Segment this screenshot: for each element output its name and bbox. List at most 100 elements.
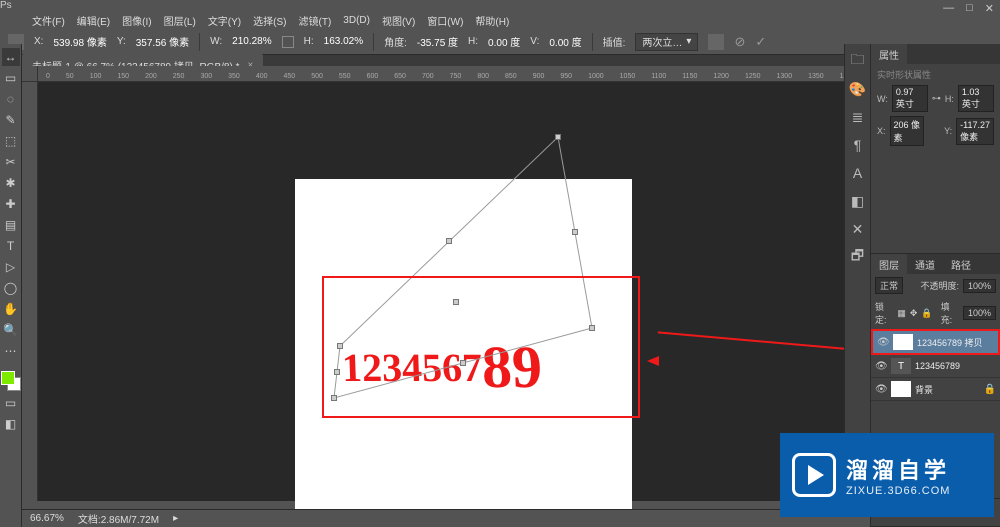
menu-3d[interactable]: 3D(D) (343, 15, 370, 26)
transform-handle[interactable] (589, 325, 595, 331)
transform-handle[interactable] (555, 134, 561, 140)
interp-select[interactable]: 两次立…▾ (635, 33, 698, 51)
w-label: W: (210, 36, 222, 47)
styles-icon[interactable]: ◧ (849, 192, 867, 210)
screenmode-tool[interactable]: ◧ (2, 415, 20, 433)
ruler-vertical[interactable] (22, 82, 38, 501)
actions-icon[interactable]: ✕ (849, 220, 867, 238)
transform-handle[interactable] (337, 343, 343, 349)
skew-v-value[interactable]: 0.00 度 (549, 34, 581, 49)
zoom-level[interactable]: 66.67% (30, 513, 64, 524)
character-icon[interactable]: A (849, 164, 867, 182)
props-w-value[interactable]: 0.97 英寸 (892, 85, 928, 112)
layer-thumbnail[interactable] (893, 334, 913, 350)
visibility-icon[interactable]: 👁 (875, 361, 887, 372)
marquee-tool[interactable]: ▭ (2, 69, 20, 87)
swatches-icon[interactable]: ≣ (849, 108, 867, 126)
menu-file[interactable]: 文件(F) (32, 13, 65, 28)
foreground-color[interactable] (1, 371, 15, 385)
channels-tab[interactable]: 通道 (907, 254, 943, 274)
brush-tool[interactable]: ✚ (2, 195, 20, 213)
fill-value[interactable]: 100% (963, 306, 996, 320)
visibility-icon[interactable]: 👁 (875, 384, 887, 395)
separator (199, 33, 200, 51)
layer-name[interactable]: 123456789 拷贝 (917, 336, 983, 349)
layer-row[interactable]: 👁 T 123456789 (871, 355, 1000, 378)
crop-tool[interactable]: ⬚ (2, 132, 20, 150)
status-arrow-icon[interactable]: ▸ (173, 513, 178, 524)
layer-thumbnail[interactable] (891, 381, 911, 397)
quickmask-tool[interactable]: ▭ (2, 394, 20, 412)
layer-row[interactable]: 👁 123456789 拷贝 (871, 329, 1000, 355)
layer-thumbnail[interactable]: T (891, 358, 911, 374)
libraries-icon[interactable]: 🗗 (849, 248, 867, 266)
link-icon[interactable]: ⊶ (932, 93, 941, 104)
ruler-origin[interactable] (22, 66, 38, 82)
transform-handle[interactable] (334, 369, 340, 375)
menu-select[interactable]: 选择(S) (253, 13, 286, 28)
history-icon[interactable]: 🗀 (849, 52, 867, 70)
ruler-horizontal[interactable]: 050100 150200250 300350400 450500550 600… (38, 66, 844, 82)
close-button[interactable]: ✕ (985, 2, 994, 15)
lock-all-icon[interactable]: 🔒 (921, 308, 932, 319)
skew-h-value[interactable]: 0.00 度 (488, 34, 520, 49)
color-swatch[interactable] (1, 371, 21, 391)
move-tool[interactable]: ↔ (2, 48, 20, 66)
layer-name[interactable]: 123456789 (915, 361, 960, 371)
layers-tab[interactable]: 图层 (871, 254, 907, 274)
link-icon[interactable] (282, 36, 294, 48)
eyedropper-tool[interactable]: ✂ (2, 153, 20, 171)
x-value[interactable]: 539.98 像素 (53, 34, 106, 49)
y-value[interactable]: 357.56 像素 (136, 34, 189, 49)
paragraph-icon[interactable]: ¶ (849, 136, 867, 154)
transform-handle[interactable] (331, 395, 337, 401)
doc-size[interactable]: 文档:2.86M/7.72M (78, 511, 159, 526)
cancel-transform-button[interactable]: ⊘ (734, 34, 745, 50)
properties-tab[interactable]: 属性 (871, 44, 907, 64)
maximize-button[interactable]: □ (966, 2, 973, 15)
menu-view[interactable]: 视图(V) (382, 13, 415, 28)
visibility-icon[interactable]: 👁 (877, 337, 889, 348)
color-icon[interactable]: 🎨 (849, 80, 867, 98)
path-tool[interactable]: ▷ (2, 258, 20, 276)
menu-type[interactable]: 文字(Y) (208, 13, 241, 28)
lock-position-icon[interactable]: ✥ (910, 308, 918, 319)
props-x-value[interactable]: 206 像素 (890, 116, 925, 146)
zoom-tool[interactable]: 🔍 (2, 321, 20, 339)
more-tool[interactable]: ⋯ (2, 342, 20, 360)
type-tool[interactable]: T (2, 237, 20, 255)
shape-tool[interactable]: ◯ (2, 279, 20, 297)
minimize-button[interactable]: — (943, 2, 954, 15)
wand-tool[interactable]: ✎ (2, 111, 20, 129)
menu-edit[interactable]: 编辑(E) (77, 13, 110, 28)
transform-handle[interactable] (460, 360, 466, 366)
transform-handle[interactable] (453, 299, 459, 305)
props-h-value[interactable]: 1.03 英寸 (958, 85, 994, 112)
props-y-value[interactable]: -117.27 像素 (956, 118, 994, 145)
paths-tab[interactable]: 路径 (943, 254, 979, 274)
blend-mode-select[interactable]: 正常 (875, 277, 903, 294)
menu-filter[interactable]: 滤镜(T) (299, 13, 332, 28)
menu-window[interactable]: 窗口(W) (427, 13, 463, 28)
angle-value[interactable]: -35.75 度 (417, 34, 458, 49)
layer-name[interactable]: 背景 (915, 383, 933, 396)
menu-help[interactable]: 帮助(H) (475, 13, 509, 28)
layer-row[interactable]: 👁 背景 🔒 (871, 378, 1000, 401)
hand-tool[interactable]: ✋ (2, 300, 20, 318)
props-x-label: X: (877, 126, 886, 136)
menu-layer[interactable]: 图层(L) (164, 13, 196, 28)
opacity-value[interactable]: 100% (963, 279, 996, 293)
transform-handle[interactable] (446, 238, 452, 244)
fill-label: 填充: (941, 300, 959, 326)
h-value[interactable]: 163.02% (324, 36, 363, 47)
lasso-tool[interactable]: ◌ (2, 90, 20, 108)
props-subtitle: 实时形状属性 (877, 68, 931, 81)
w-value[interactable]: 210.28% (232, 36, 271, 47)
lock-pixels-icon[interactable]: ▦ (897, 308, 906, 319)
menu-image[interactable]: 图像(I) (122, 13, 151, 28)
clone-tool[interactable]: ▤ (2, 216, 20, 234)
transform-handle[interactable] (572, 229, 578, 235)
heal-tool[interactable]: ✱ (2, 174, 20, 192)
commit-transform-button[interactable]: ✓ (755, 34, 766, 50)
warp-icon[interactable] (708, 34, 724, 50)
